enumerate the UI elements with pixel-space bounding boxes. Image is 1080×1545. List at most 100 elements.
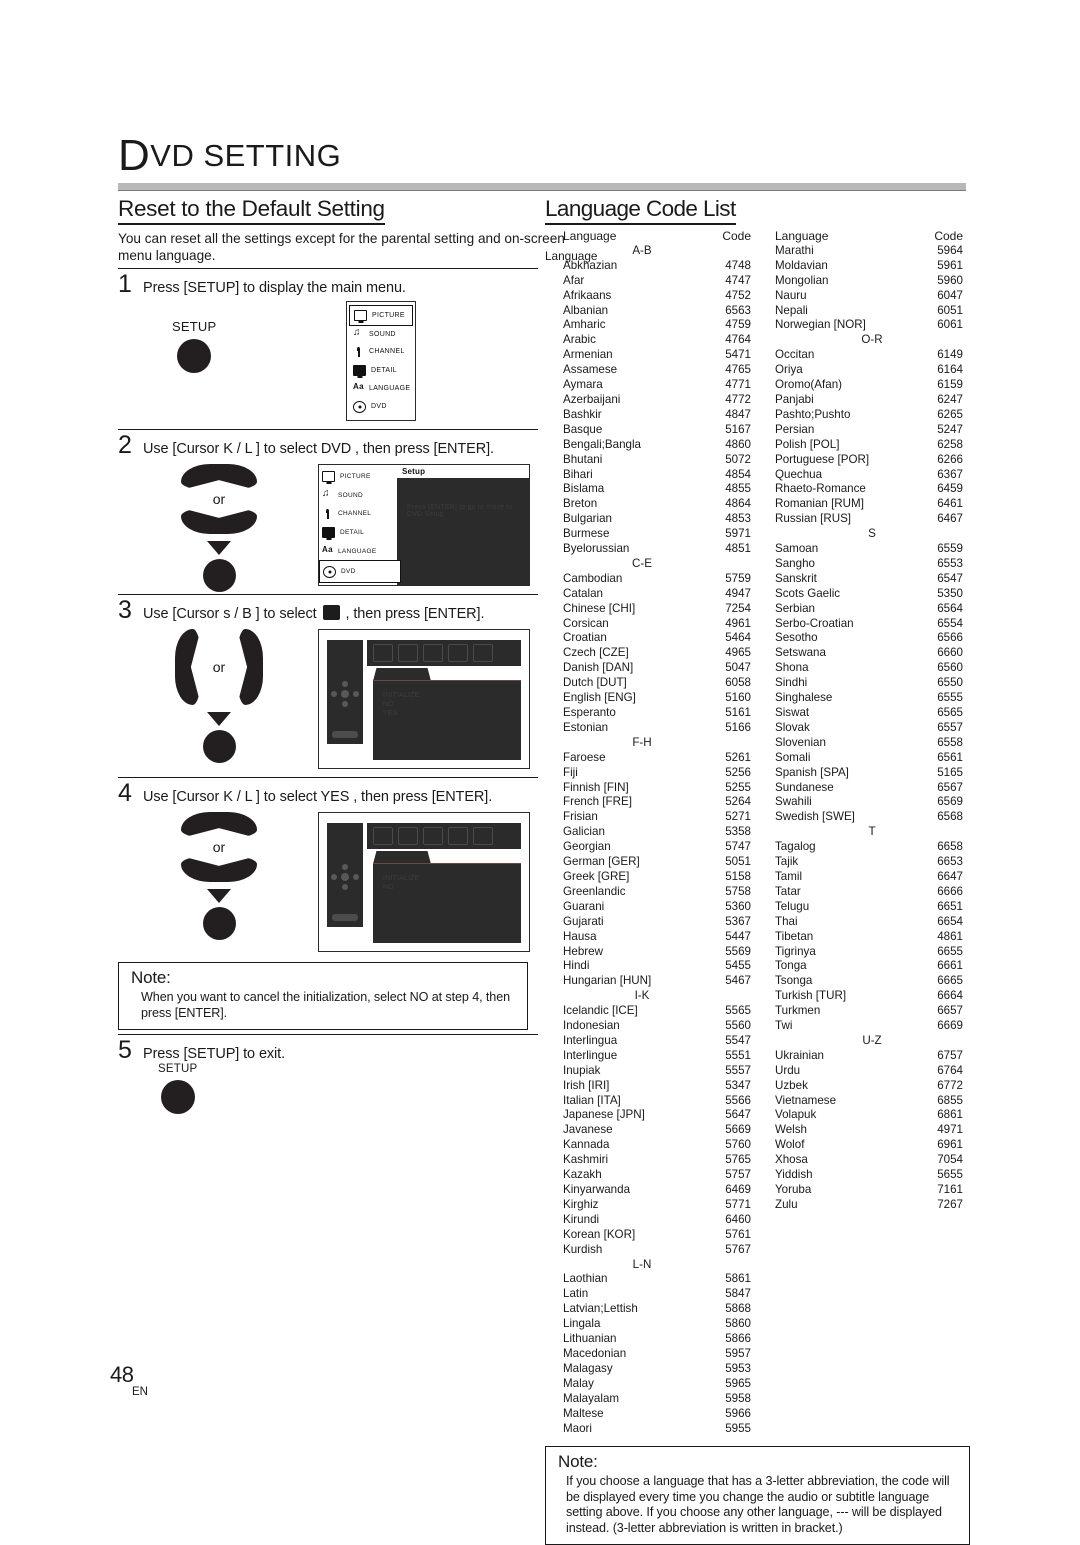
language-row: Guarani 5360 — [545, 900, 757, 915]
language-row: Bashkir 4847 — [545, 408, 757, 423]
language-name: Japanese [JPN] — [563, 1108, 645, 1122]
language-row: Zulu 7267 — [757, 1198, 969, 1213]
language-name: Somali — [775, 750, 811, 764]
language-name: Tajik — [775, 855, 799, 869]
language-name: Frisian — [563, 810, 598, 824]
note-left-body: When you want to cancel the initializati… — [141, 990, 511, 1020]
language-code: 4961 — [725, 616, 751, 630]
language-code: 6554 — [937, 616, 963, 630]
language-name: Moldavian — [775, 258, 828, 272]
language-name: Ukrainian — [775, 1048, 824, 1062]
language-row: Tagalog 6658 — [757, 840, 969, 855]
language-row: Esperanto 5161 — [545, 706, 757, 721]
step-3-heading: 3 Use [Cursor s / B ] to select , then p… — [118, 598, 538, 623]
language-name: Pashto;Pushto — [775, 407, 851, 421]
osd-setup-content-pane: Setup Press [ENTER] to go to move to DVD… — [397, 465, 529, 585]
language-row: Pashto;Pushto 6265 — [757, 408, 969, 423]
cursor-up-key-glyph: K — [223, 789, 233, 805]
language-row: Ukrainian 6757 — [757, 1049, 969, 1064]
language-code: 6661 — [937, 959, 963, 973]
detail-icon — [322, 526, 335, 538]
language-row: Danish [DAN] 5047 — [545, 661, 757, 676]
page-language-code: EN — [132, 1386, 148, 1398]
language-name: Greenlandic — [563, 884, 626, 898]
dpad-center — [341, 873, 349, 882]
setup-button-glyph — [160, 1080, 195, 1114]
picture-icon — [322, 471, 335, 483]
cursor-up-button — [181, 812, 257, 838]
step-4: 4 Use [Cursor K / L ] to select YES , th… — [118, 777, 538, 958]
language-name: Maltese — [563, 1406, 604, 1420]
language-code: 5367 — [725, 914, 751, 928]
language-name: Amharic — [563, 318, 606, 332]
language-code: 6265 — [937, 407, 963, 421]
language-row: Bislama 4855 — [545, 482, 757, 497]
menu-item-detail-2: DETAIL — [319, 522, 397, 542]
language-code: 4947 — [725, 586, 751, 600]
language-code: 6567 — [937, 780, 963, 794]
language-row: Breton 4864 — [545, 497, 757, 512]
language-name: Polish [POL] — [775, 437, 840, 451]
dpad-right — [353, 874, 359, 881]
initialize-panel-line-1: INITIALIZE — [383, 692, 420, 699]
language-row: Fiji 5256 — [545, 766, 757, 781]
language-row: Dutch [DUT] 6058 — [545, 676, 757, 691]
step-4-number: 4 — [118, 779, 132, 807]
language-name: Tamil — [775, 869, 803, 883]
language-code: 6561 — [937, 750, 963, 764]
language-column-2-header: Language Code — [757, 229, 969, 244]
language-name: Urdu — [775, 1063, 801, 1077]
language-name: Korean [KOR] — [563, 1227, 636, 1241]
language-row: Kurdish 5767 — [545, 1243, 757, 1258]
language-row: Tatar 6666 — [757, 885, 969, 900]
remote-illustration — [327, 640, 363, 744]
language-name: Kirundi — [563, 1212, 600, 1226]
language-code: 5866 — [725, 1332, 751, 1346]
selection-swatch — [322, 605, 340, 620]
step-3-number: 3 — [118, 596, 132, 624]
language-code: 6559 — [937, 542, 963, 556]
language-name: Mongolian — [775, 273, 829, 287]
language-name: Latvian;Lettish — [563, 1302, 638, 1316]
language-row: Norwegian [NOR] 6061 — [757, 318, 969, 333]
language-code: 6861 — [937, 1108, 963, 1122]
step-1-text: Press [SETUP] to display the main menu. — [143, 280, 406, 296]
language-row: Latin 5847 — [545, 1287, 757, 1302]
language-code: 4861 — [937, 929, 963, 943]
language-name: English [ENG] — [563, 691, 636, 705]
disc-tab-icon — [373, 827, 393, 845]
language-row: Siswat 6565 — [757, 706, 969, 721]
cursor-down-key-glyph: L — [244, 441, 253, 457]
osd-dvd-initialize-screen: INITIALIZE NO YES — [318, 629, 530, 769]
language-row: Afrikaans 4752 — [545, 289, 757, 304]
language-code: 6772 — [937, 1078, 963, 1092]
down-arrow-icon — [207, 541, 231, 555]
remote-bottom-button — [332, 731, 358, 738]
language-row: Nauru 6047 — [757, 289, 969, 304]
language-code: 5655 — [937, 1168, 963, 1182]
language-row: Bihari 4854 — [545, 468, 757, 483]
down-arrow-icon — [207, 889, 231, 903]
detail-icon — [353, 364, 366, 376]
language-row: Uzbek 6772 — [757, 1079, 969, 1094]
language-row: Welsh 4971 — [757, 1123, 969, 1138]
language-name: Greek [GRE] — [563, 869, 630, 883]
dpad-center — [341, 690, 349, 699]
language-row: Maltese 5966 — [545, 1407, 757, 1422]
language-row: Kirundi 6460 — [545, 1213, 757, 1228]
language-code: 6550 — [937, 676, 963, 690]
language-name: Twi — [775, 1019, 793, 1033]
language-row: Indonesian 5560 — [545, 1019, 757, 1034]
language-row: Korean [KOR] 5761 — [545, 1228, 757, 1243]
language-name: Guarani — [563, 899, 605, 913]
confirm-panel: INITIALIZE NO — [373, 863, 521, 943]
menu-item-language-2-label: LANGUAGE — [338, 547, 377, 555]
language-name: Czech [CZE] — [563, 646, 629, 660]
language-name: Serbo-Croatian — [775, 616, 854, 630]
language-row: Twi 6669 — [757, 1019, 969, 1034]
osd-dvd-screen-2: INITIALIZE NO — [325, 819, 523, 945]
language-name: Galician — [563, 825, 605, 839]
language-code: 6553 — [937, 556, 963, 570]
language-code: 5966 — [725, 1406, 751, 1420]
language-name: Hungarian [HUN] — [563, 974, 652, 988]
